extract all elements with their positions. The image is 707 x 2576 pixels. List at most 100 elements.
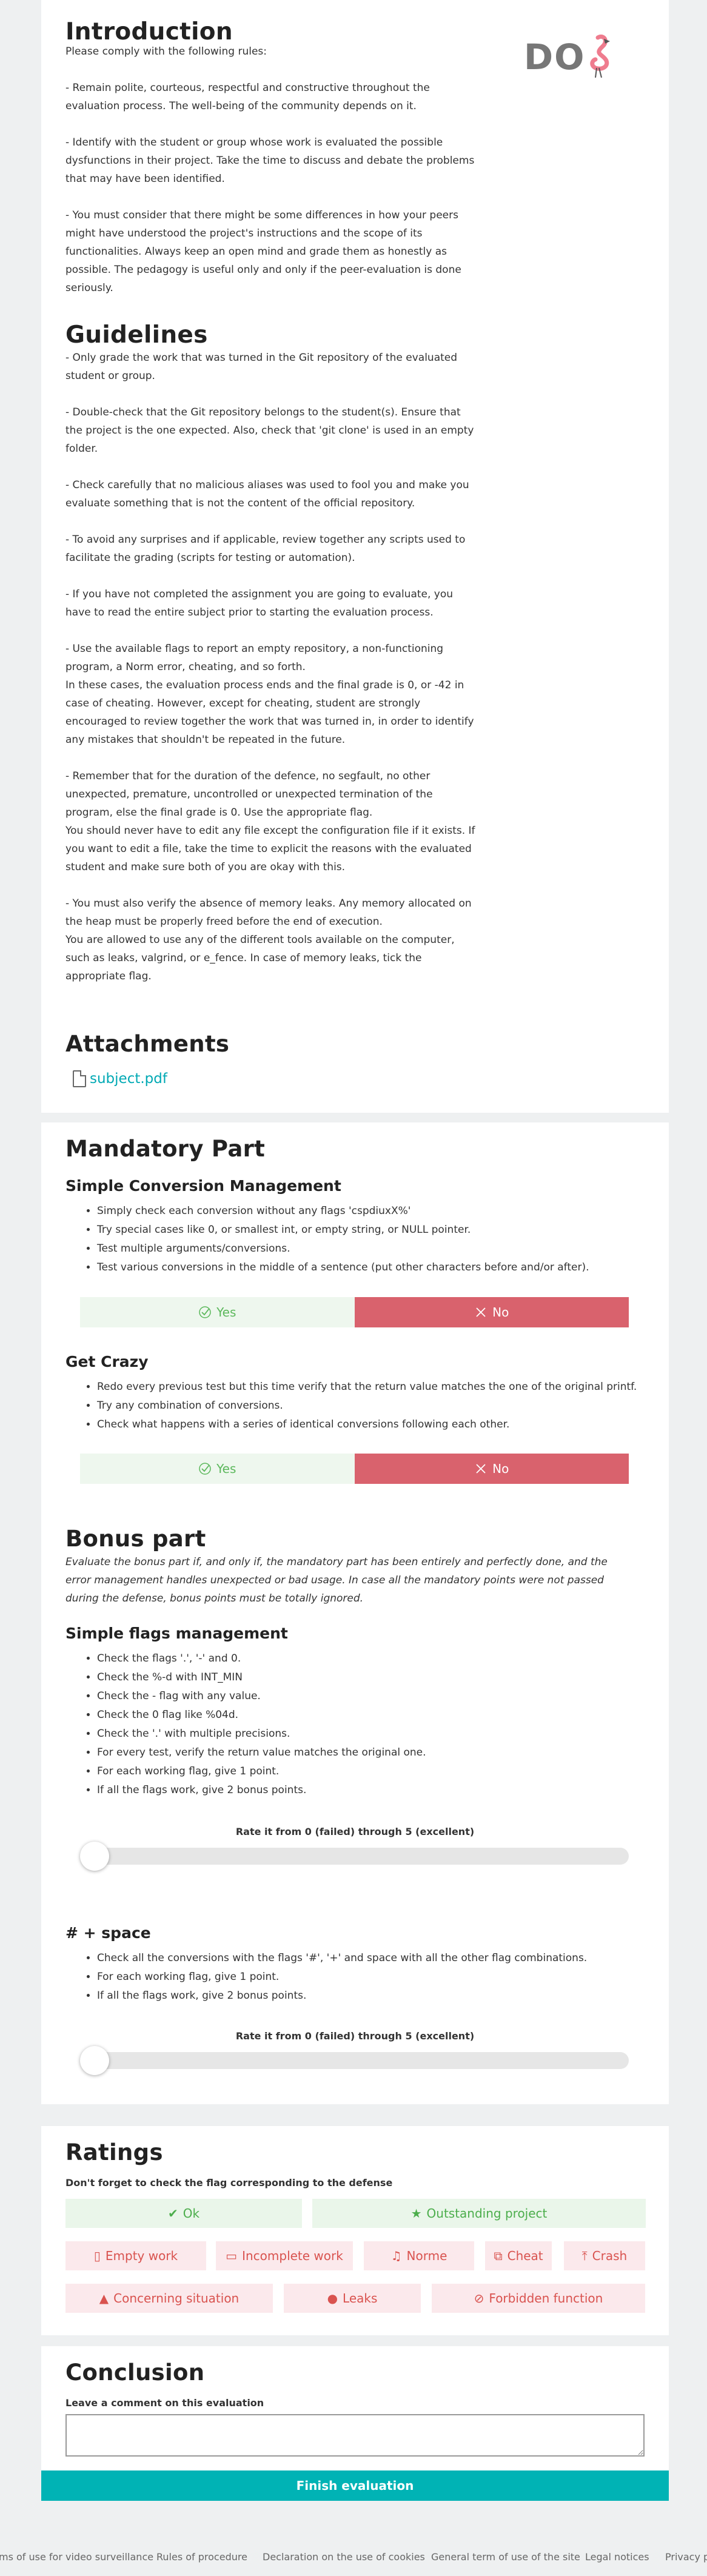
list-item: Check the 0 flag like %04d. [97,1706,643,1725]
conclusion-title: Conclusion [65,2360,205,2386]
ban-icon: ⊘ [474,2291,484,2306]
intro-panel: Introduction DO Please comply with the f… [41,0,669,1113]
flag-label: Leaks [343,2291,378,2306]
mandatory-title: Mandatory Part [65,1136,266,1162]
list-item: Check the flags '.', '-' and 0. [97,1649,643,1668]
flag-label: Outstanding project [426,2206,548,2221]
footer-link-cookies[interactable]: Declaration on the use of cookies [263,2551,425,2563]
flag-label: Norme [406,2249,447,2263]
guidelines-text: - Only grade the work that was turned in… [65,352,475,982]
list-item: Check the - flag with any value. [97,1687,643,1706]
rating-slider[interactable] [80,1842,629,1871]
comment-textarea[interactable] [65,2414,645,2457]
crash-flag-button[interactable]: ⤒ Crash [564,2241,645,2270]
list-item: If all the flags work, give 2 bonus poin… [97,1987,643,2005]
concerning-situation-flag-button[interactable]: ▲ Concerning situation [65,2284,273,2313]
no-button[interactable]: No [354,1454,629,1484]
bonus-title: Bonus part [65,1526,206,1552]
yes-button[interactable]: Yes [80,1454,355,1484]
evaluation-panel: Mandatory Part Simple Conversion Managem… [41,1122,669,2104]
guidelines-title: Guidelines [65,321,208,349]
footer-link-video-surveillance[interactable]: ms of use for video surveillance [0,2551,153,2563]
list-item: Redo every previous test but this time v… [97,1378,643,1397]
footer-link-general-terms[interactable]: General term of use of the site [431,2551,580,2563]
list-item: Test multiple arguments/conversions. [97,1239,643,1258]
norme-flag-button[interactable]: ♫ Norme [364,2241,474,2270]
introduction-text: Please comply with the following rules: … [65,45,475,294]
section-title: Simple Conversion Management [65,1177,341,1195]
list-item: Check all the conversions with the flags… [97,1949,643,1968]
music-note-icon: ♫ [390,2249,402,2263]
footer: ms of use for video surveillance Rules o… [0,2551,707,2566]
comment-label: Leave a comment on this evaluation [65,2397,264,2409]
attachment-filename: subject.pdf [90,1071,167,1087]
check-circle-icon [199,1306,211,1318]
logo-text: DO [524,36,586,78]
incomplete-work-flag-button[interactable]: ▭ Incomplete work [216,2241,353,2270]
slider-handle[interactable] [80,1842,109,1871]
flag-label: Crash [592,2249,628,2263]
ratings-panel: Ratings Don't forget to check the flag c… [41,2126,669,2335]
rating-slider[interactable] [80,2046,629,2075]
no-button[interactable]: No [354,1297,629,1327]
file-icon: ▭ [226,2249,238,2263]
drop-icon: ● [327,2291,338,2306]
close-icon [476,1464,486,1474]
cheat-flag-button[interactable]: ⧉ Cheat [485,2241,552,2270]
attachments-title: Attachments [65,1031,230,1057]
footer-link-rules[interactable]: Rules of procedure [156,2551,247,2563]
check-list: Redo every previous test but this time v… [97,1378,643,1434]
document-icon [73,1070,86,1087]
rate-label: Rate it from 0 (failed) through 5 (excel… [235,2030,475,2042]
yes-no-toggle: Yes No [80,1297,629,1327]
list-item: Try special cases like 0, or smallest in… [97,1221,643,1239]
check-circle-icon [199,1463,211,1475]
conclusion-panel: Conclusion Leave a comment on this evalu… [41,2346,669,2477]
check-list: Check the flags '.', '-' and 0. Check th… [97,1649,643,1800]
close-icon [476,1307,486,1317]
crash-icon: ⤒ [581,2249,588,2263]
no-label: No [492,1461,509,1476]
footer-link-privacy[interactable]: Privacy p [665,2551,707,2563]
list-item: For every test, verify the return value … [97,1743,643,1762]
yes-label: Yes [216,1305,236,1320]
list-item: Test various conversions in the middle o… [97,1258,643,1277]
empty-file-icon: ▯ [93,2249,101,2263]
section-title: # + space [65,1924,151,1942]
warning-icon: ▲ [99,2291,109,2306]
section-title: Simple flags management [65,1625,288,1642]
forbidden-function-flag-button[interactable]: ⊘ Forbidden function [432,2284,645,2313]
flag-label: Concerning situation [113,2291,240,2306]
list-item: For each working flag, give 1 point. [97,1968,643,1987]
flag-label: Empty work [105,2249,178,2263]
slider-handle[interactable] [80,2046,109,2075]
ratings-title: Ratings [65,2139,163,2165]
check-list: Check all the conversions with the flags… [97,1949,643,2005]
introduction-title: Introduction [65,18,233,45]
outstanding-flag-button[interactable]: ★ Outstanding project [312,2199,646,2228]
bonus-intro: Evaluate the bonus part if, and only if,… [65,1556,608,1605]
rate-label: Rate it from 0 (failed) through 5 (excel… [235,1826,475,1837]
list-item: For each working flag, give 1 point. [97,1762,643,1781]
leaks-flag-button[interactable]: ● Leaks [284,2284,421,2313]
check-list: Simply check each conversion without any… [97,1202,643,1277]
list-item: Check what happens with a series of iden… [97,1415,643,1434]
ok-flag-button[interactable]: ✔ Ok [65,2199,302,2228]
check-icon: ✔ [167,2206,178,2221]
yes-button[interactable]: Yes [80,1297,355,1327]
attachment-link[interactable]: subject.pdf [73,1070,167,1087]
footer-link-legal[interactable]: Legal notices [585,2551,649,2563]
list-item: Check the %-d with INT_MIN [97,1668,643,1687]
finish-evaluation-button[interactable]: Finish evaluation [41,2470,669,2501]
flag-label: Forbidden function [489,2291,603,2306]
list-item: If all the flags work, give 2 bonus poin… [97,1781,643,1800]
flag-label: Ok [183,2206,200,2221]
flag-label: Incomplete work [242,2249,343,2263]
empty-work-flag-button[interactable]: ▯ Empty work [65,2241,206,2270]
logo: DO [524,34,621,79]
copy-icon: ⧉ [494,2249,503,2263]
yes-no-toggle: Yes No [80,1454,629,1484]
yes-label: Yes [216,1461,236,1476]
section-title: Get Crazy [65,1353,149,1370]
list-item: Simply check each conversion without any… [97,1202,643,1221]
